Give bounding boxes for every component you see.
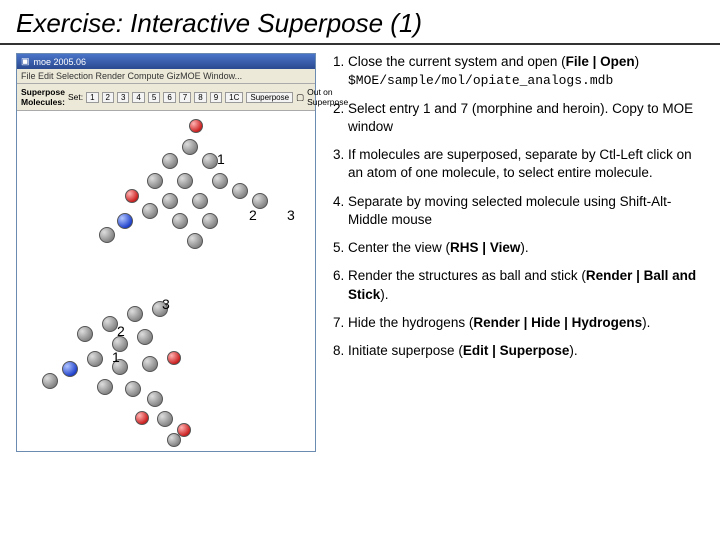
step-text: Close the current system and open ( xyxy=(348,54,566,69)
step: Hide the hydrogens (Render | Hide | Hydr… xyxy=(348,314,704,332)
atom xyxy=(142,356,158,372)
step-text: Initiate superpose ( xyxy=(348,343,463,358)
toolbar-btn[interactable]: 9 xyxy=(210,92,222,103)
atom xyxy=(162,193,178,209)
atom xyxy=(125,381,141,397)
toolbar-btn[interactable]: 5 xyxy=(148,92,160,103)
mol-label: 2 xyxy=(117,323,125,339)
app-window: ▣ moe 2005.06 File Edit Selection Render… xyxy=(16,53,316,452)
app-canvas: 1 2 3 xyxy=(17,111,315,451)
app-toolbar: Superpose Molecules: Set: 1 2 3 4 5 6 7 … xyxy=(17,84,315,111)
step-bold: RHS | View xyxy=(450,240,520,255)
step: Select entry 1 and 7 (morphine and heroi… xyxy=(348,100,704,136)
step-text: ). xyxy=(569,343,577,358)
toolbar-set-label: Set: xyxy=(68,92,83,102)
toolbar-out-label: ▢ xyxy=(296,92,304,103)
step-bold: File | Open xyxy=(566,54,635,69)
toolbar-btn[interactable]: 1C xyxy=(225,92,243,103)
atom xyxy=(87,351,103,367)
step-mono: $MOE/sample/mol/opiate_analogs.mdb xyxy=(348,73,613,88)
app-titlebar: ▣ moe 2005.06 xyxy=(17,54,315,69)
atom xyxy=(157,411,173,427)
atom xyxy=(202,213,218,229)
atom xyxy=(137,329,153,345)
mol-label: 3 xyxy=(162,296,170,312)
mol-label: 2 xyxy=(249,207,257,223)
step-text: Select entry 1 and 7 (morphine and heroi… xyxy=(348,101,693,134)
step-text: Center the view ( xyxy=(348,240,450,255)
atom xyxy=(202,153,218,169)
instructions: Close the current system and open (File … xyxy=(326,53,704,452)
atom xyxy=(127,306,143,322)
app-window-title: moe 2005.06 xyxy=(34,57,87,67)
step-text: If molecules are superposed, separate by… xyxy=(348,147,692,180)
step: Render the structures as ball and stick … xyxy=(348,267,704,303)
app-menubar: File Edit Selection Render Compute GizMO… xyxy=(17,69,315,84)
step: Initiate superpose (Edit | Superpose). xyxy=(348,342,704,360)
atom xyxy=(162,153,178,169)
step: Center the view (RHS | View). xyxy=(348,239,704,257)
atom xyxy=(167,351,181,365)
toolbar-btn[interactable]: 3 xyxy=(117,92,129,103)
atom xyxy=(102,316,118,332)
step: If molecules are superposed, separate by… xyxy=(348,146,704,182)
atom xyxy=(147,173,163,189)
step-text: ) xyxy=(635,54,640,69)
mol-label: 1 xyxy=(112,349,120,365)
step-bold: Render | Hide | Hydrogens xyxy=(473,315,642,330)
atom xyxy=(212,173,228,189)
atom xyxy=(147,391,163,407)
atom xyxy=(142,203,158,219)
left-column: ▣ moe 2005.06 File Edit Selection Render… xyxy=(16,53,326,452)
atom xyxy=(182,139,198,155)
atom xyxy=(97,379,113,395)
toolbar-out-text: Out on Superpose xyxy=(307,87,348,107)
toolbar-btn[interactable]: 7 xyxy=(179,92,191,103)
step-text: Separate by moving selected molecule usi… xyxy=(348,194,671,227)
toolbar-btn[interactable]: 6 xyxy=(163,92,175,103)
atom xyxy=(192,193,208,209)
atom xyxy=(125,189,139,203)
atom xyxy=(189,119,203,133)
step: Separate by moving selected molecule usi… xyxy=(348,193,704,229)
mol-label: 1 xyxy=(217,151,225,167)
atom xyxy=(117,213,133,229)
step-text: Render the structures as ball and stick … xyxy=(348,268,586,283)
atom xyxy=(62,361,78,377)
page-title: Exercise: Interactive Superpose (1) xyxy=(0,0,720,45)
atom xyxy=(187,233,203,249)
atom xyxy=(99,227,115,243)
atom xyxy=(172,213,188,229)
step-text: ). xyxy=(642,315,650,330)
toolbar-btn[interactable]: 8 xyxy=(194,92,206,103)
toolbar-btn[interactable]: 1 xyxy=(86,92,98,103)
toolbar-label: Superpose Molecules: xyxy=(21,87,65,107)
atom xyxy=(177,173,193,189)
step-text: ). xyxy=(380,287,388,302)
atom xyxy=(42,373,58,389)
mol-label: 3 xyxy=(287,207,295,223)
atom xyxy=(232,183,248,199)
toolbar-superpose-btn[interactable]: Superpose xyxy=(246,92,293,103)
step-text: Hide the hydrogens ( xyxy=(348,315,473,330)
toolbar-btn[interactable]: 2 xyxy=(102,92,114,103)
step-bold: Edit | Superpose xyxy=(463,343,570,358)
atom xyxy=(77,326,93,342)
step-text: ). xyxy=(520,240,528,255)
atom xyxy=(167,433,181,447)
app-icon: ▣ xyxy=(21,56,30,67)
step: Close the current system and open (File … xyxy=(348,53,704,90)
toolbar-btn[interactable]: 4 xyxy=(132,92,144,103)
atom xyxy=(135,411,149,425)
content-row: ▣ moe 2005.06 File Edit Selection Render… xyxy=(0,53,720,452)
